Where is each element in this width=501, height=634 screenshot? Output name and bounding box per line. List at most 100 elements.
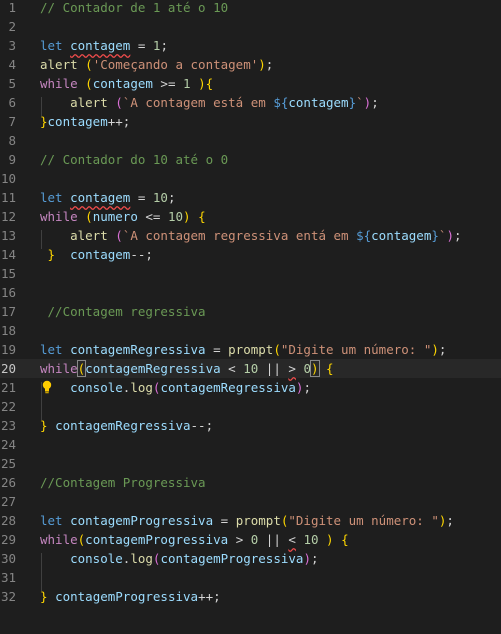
code-line[interactable]: 30 console.log(contagemProgressiva); [0, 549, 501, 568]
code-text[interactable]: let contagemProgressiva = prompt("Digite… [40, 511, 454, 530]
code-line[interactable]: 8 [0, 131, 501, 150]
code-token: `A contagem está em [122, 95, 274, 110]
line-number: 4 [8, 57, 16, 72]
code-line[interactable]: 28 let contagemProgressiva = prompt("Digi… [0, 511, 501, 530]
code-line[interactable]: 25 [0, 454, 501, 473]
code-line[interactable]: 24 [0, 435, 501, 454]
code-text[interactable]: } contagem--; [40, 245, 153, 264]
line-number: 32 [0, 589, 16, 604]
code-line[interactable]: 19 let contagemRegressiva = prompt("Digit… [0, 340, 501, 359]
code-line[interactable]: 21 console.log(contagemRegressiva); [0, 378, 501, 397]
line-number: 24 [0, 437, 16, 452]
code-token: contagemProgressiva [160, 551, 304, 566]
code-line[interactable]: 16 [0, 283, 501, 302]
code-text[interactable]: } contagemProgressiva++; [40, 587, 221, 606]
code-token: ${ [356, 228, 372, 243]
lightbulb-icon[interactable] [42, 380, 52, 394]
code-token: "Digite um número: " [280, 342, 432, 357]
code-token: contagemRegressiva [85, 361, 221, 376]
code-token: ; [160, 38, 168, 53]
code-text[interactable]: //Contagem regressiva [40, 302, 206, 321]
code-text[interactable]: //Contagem Progressiva [40, 473, 206, 492]
code-line[interactable]: 4 alert ('Começando a contagem'); [0, 55, 501, 74]
code-line[interactable]: 12 while (numero <= 10) { [0, 207, 501, 226]
code-line[interactable]: 9 // Contador do 10 até o 0 [0, 150, 501, 169]
code-token: // Contador de 1 até o 10 [40, 0, 229, 15]
code-token: ( [85, 76, 93, 91]
code-token: let [40, 513, 71, 528]
code-text[interactable]: alert ('Começando a contagem'); [40, 55, 273, 74]
code-line[interactable]: 6 alert (`A contagem está em ${contagem}… [0, 93, 501, 112]
code-token: contagem [288, 95, 349, 110]
code-line[interactable]: 11 let contagem = 10; [0, 188, 501, 207]
code-token: ) [198, 76, 206, 91]
code-token: { [341, 532, 349, 547]
code-line[interactable]: 27 [0, 492, 501, 511]
code-text[interactable]: console.log(contagemProgressiva); [40, 549, 318, 568]
code-token: ; [167, 190, 176, 205]
code-token: while [40, 76, 86, 91]
code-line[interactable]: 23} contagemRegressiva--; [0, 416, 501, 435]
code-line[interactable]: 17 //Contagem regressiva [0, 302, 501, 321]
code-token: || [258, 532, 289, 547]
line-number: 10 [0, 171, 16, 186]
code-editor[interactable]: 1// Contador de 1 até o 10 2 3 let contagem… [0, 0, 501, 634]
code-token: ) [258, 57, 266, 72]
code-line[interactable]: 1 // Contador de 1 até o 10 [0, 0, 501, 17]
code-token: ( [115, 228, 123, 243]
code-text[interactable]: // Contador do 10 até o 0 [40, 150, 228, 169]
code-line[interactable]: 3 let contagem = 1; [0, 36, 501, 55]
code-token: ++; [107, 114, 131, 129]
code-token: ; [446, 513, 454, 528]
code-token: `A contagem regressiva entá em [122, 228, 357, 243]
line-number: 29 [0, 532, 16, 547]
code-text[interactable]: let contagem = 1; [40, 36, 168, 55]
code-token: ( [273, 342, 281, 357]
code-text[interactable]: let contagem = 10; [40, 188, 176, 207]
code-token: = [205, 342, 229, 357]
line-number: 7 [8, 114, 16, 129]
code-token: < [220, 361, 244, 376]
code-line[interactable]: 29 while(contagemProgressiva > 0 || < 10 … [0, 530, 501, 549]
line-number: 11 [0, 190, 16, 205]
code-line[interactable]: 32 } contagemProgressiva++; [0, 587, 501, 606]
code-token: contagem [70, 38, 131, 53]
code-token: //Contagem regressiva [40, 304, 206, 319]
code-line[interactable]: 2 [0, 17, 501, 36]
code-token: contagemRegressiva [55, 418, 191, 433]
code-line[interactable]: 15 [0, 264, 501, 283]
code-token: 10 [303, 532, 319, 547]
code-text[interactable]: } contagemRegressiva--; [40, 416, 213, 435]
code-line[interactable]: 14 } contagem--; [0, 245, 501, 264]
code-line[interactable]: 20 while(contagemRegressiva < 10 || > 0) … [0, 359, 501, 378]
code-text[interactable]: while (contagem >= 1 ){ [40, 74, 213, 93]
code-line[interactable]: 26 //Contagem Progressiva [0, 473, 501, 492]
code-token: contagemProgressiva [70, 513, 214, 528]
code-line[interactable]: 13 alert (`A contagem regressiva entá em… [0, 226, 501, 245]
code-line[interactable]: 22 [0, 397, 501, 416]
code-text[interactable]: while(contagemRegressiva < 10 || > 0) { [40, 359, 334, 378]
code-token: ; [438, 342, 447, 357]
line-number: 21 [0, 380, 16, 395]
code-line[interactable]: 18 [0, 321, 501, 340]
code-text[interactable]: while (numero <= 10) { [40, 207, 206, 226]
code-token: 10 [167, 209, 184, 224]
line-number: 18 [0, 323, 16, 338]
code-line[interactable]: 31 [0, 568, 501, 587]
code-text[interactable]: alert (`A contagem está em ${contagem}`)… [40, 93, 379, 112]
code-text[interactable]: console.log(contagemRegressiva); [40, 378, 311, 397]
code-text[interactable]: }contagem++; [40, 112, 130, 131]
code-text[interactable]: alert (`A contagem regressiva entá em ${… [40, 226, 461, 245]
code-line[interactable]: 5 while (contagem >= 1 ){ [0, 74, 501, 93]
code-line[interactable]: 7 }contagem++; [0, 112, 501, 131]
code-text[interactable]: let contagemRegressiva = prompt("Digite … [40, 340, 446, 359]
code-token: contagem [371, 228, 432, 243]
code-text[interactable]: // Contador de 1 até o 10 [40, 0, 228, 17]
code-token: ; [265, 57, 274, 72]
code-text[interactable]: while(contagemProgressiva > 0 || < 10 ) … [40, 530, 349, 549]
code-line[interactable]: 10 [0, 169, 501, 188]
code-token: ) [183, 209, 199, 224]
code-token: ) [310, 360, 320, 377]
code-token: alert [40, 228, 116, 243]
